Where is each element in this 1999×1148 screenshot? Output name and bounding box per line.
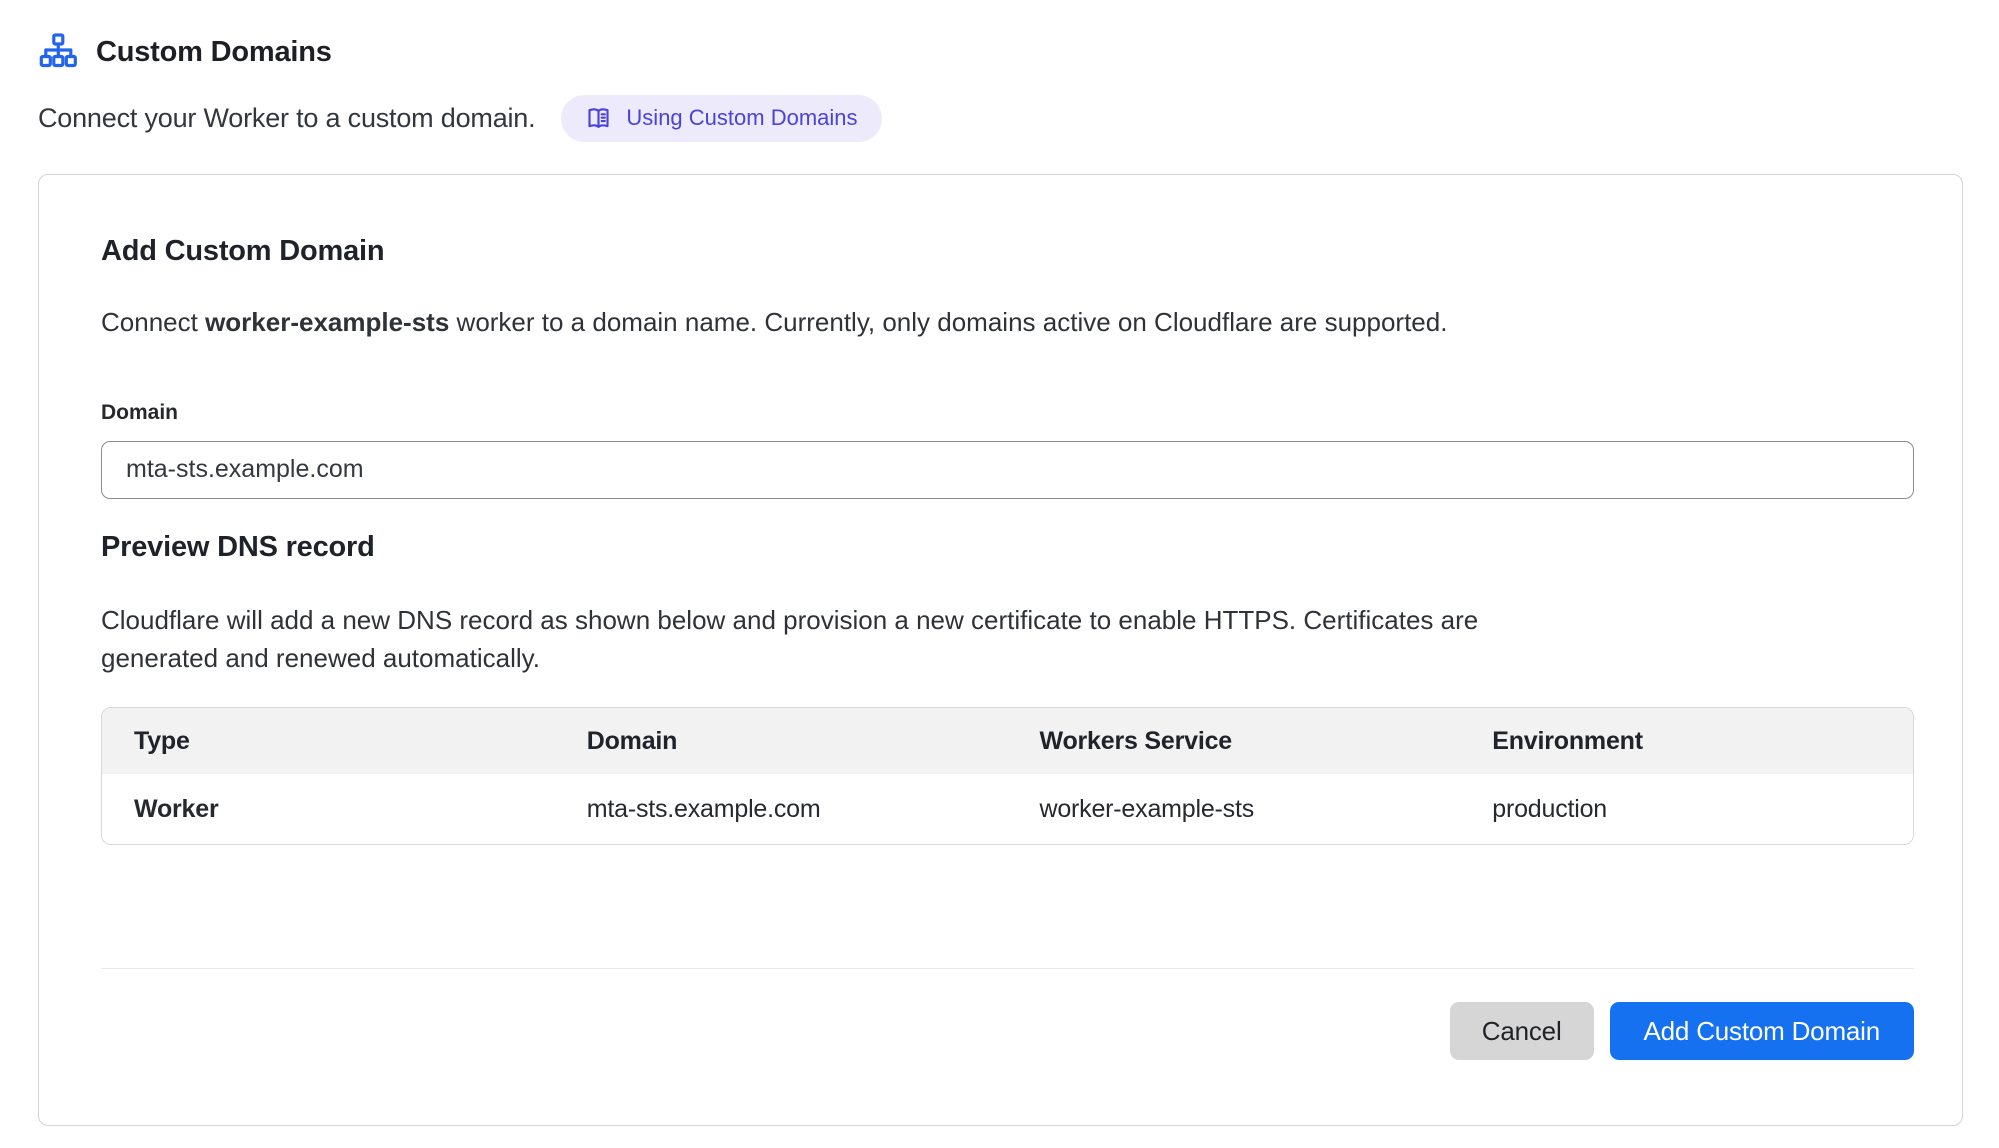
page-header: Custom Domains Connect your Worker to a … bbox=[0, 0, 1999, 142]
table-header-type: Type bbox=[102, 708, 555, 774]
card-heading: Add Custom Domain bbox=[101, 235, 1914, 268]
preview-description: Cloudflare will add a new DNS record as … bbox=[101, 602, 1571, 677]
worker-description: Connect worker-example-sts worker to a d… bbox=[101, 304, 1914, 340]
cancel-button[interactable]: Cancel bbox=[1450, 1002, 1594, 1060]
table-header-environment: Environment bbox=[1460, 708, 1913, 774]
description-prefix: Connect bbox=[101, 307, 205, 337]
table-header-row: Type Domain Workers Service Environment bbox=[102, 708, 1913, 774]
cell-domain: mta-sts.example.com bbox=[555, 774, 1008, 844]
table-header-domain: Domain bbox=[555, 708, 1008, 774]
cell-environment: production bbox=[1460, 774, 1913, 844]
docs-badge-label: Using Custom Domains bbox=[626, 105, 857, 131]
domain-input[interactable] bbox=[101, 441, 1914, 499]
card-actions: Cancel Add Custom Domain bbox=[101, 1002, 1914, 1060]
add-custom-domain-button[interactable]: Add Custom Domain bbox=[1610, 1002, 1914, 1060]
sitemap-icon bbox=[38, 32, 78, 72]
page-subtitle: Connect your Worker to a custom domain. bbox=[38, 103, 535, 134]
description-suffix: worker to a domain name. Currently, only… bbox=[449, 307, 1447, 337]
footer-divider bbox=[101, 968, 1914, 969]
preview-heading: Preview DNS record bbox=[101, 531, 1914, 564]
using-custom-domains-link[interactable]: Using Custom Domains bbox=[561, 95, 881, 142]
page-title: Custom Domains bbox=[96, 36, 332, 69]
worker-name: worker-example-sts bbox=[205, 307, 449, 337]
table-header-workers-service: Workers Service bbox=[1008, 708, 1461, 774]
cell-workers-service: worker-example-sts bbox=[1008, 774, 1461, 844]
table-row: Worker mta-sts.example.com worker-exampl… bbox=[102, 774, 1913, 844]
add-custom-domain-card: Add Custom Domain Connect worker-example… bbox=[38, 174, 1963, 1126]
cell-type: Worker bbox=[102, 774, 555, 844]
domain-label: Domain bbox=[101, 401, 1914, 425]
open-book-icon bbox=[585, 105, 612, 132]
dns-preview-table: Type Domain Workers Service Environment … bbox=[101, 707, 1914, 845]
